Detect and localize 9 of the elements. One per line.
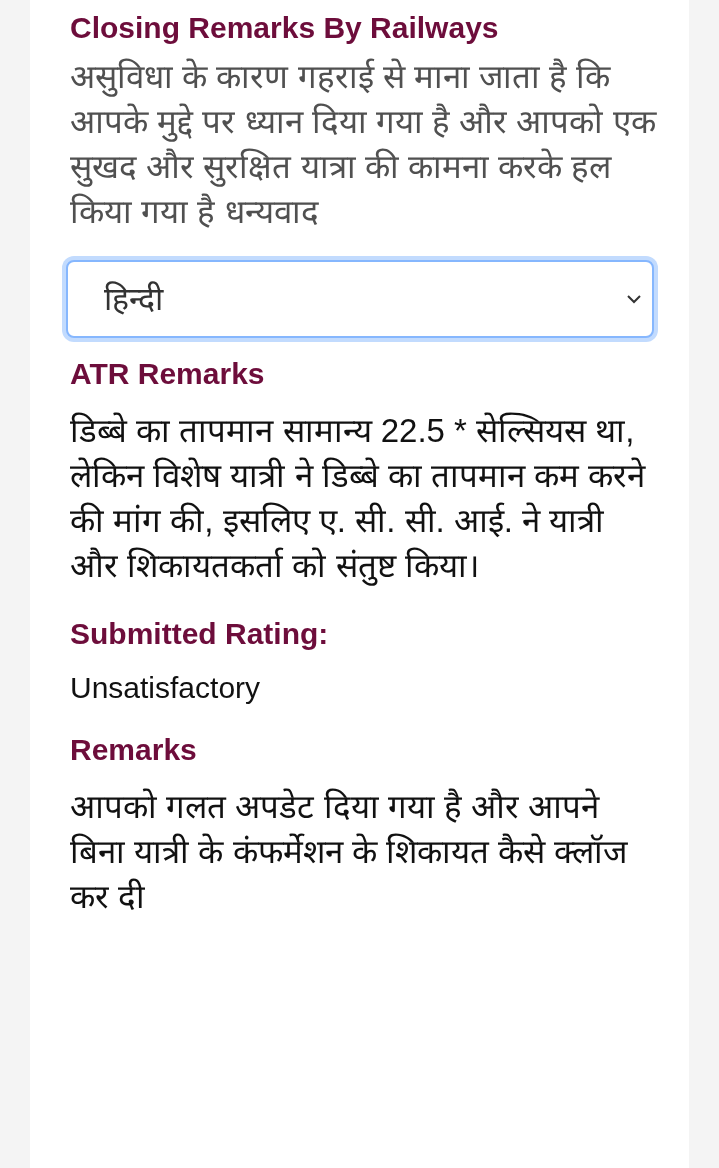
chevron-down-icon xyxy=(626,294,642,304)
remarks-text: आपको गलत अपडेट दिया गया है और आपने बिना यात्री के कंफर्मेशन के शिकायत कैसे क्लॉज कर दी xyxy=(70,787,629,917)
section-heading: Remarks xyxy=(70,732,198,768)
section-heading: Closing Remarks By Railways xyxy=(70,10,500,46)
rating-value: Unsatisfactory xyxy=(70,670,262,706)
remarks-text: असुविधा के कारण गहराई से माना जाता है कि आपके मुद्दे पर ध्यान दिया गया है और आपको एक सुखद और सुरक्षित यात्रा की कामना करके हल किया गया है धन्यवाद xyxy=(70,57,658,232)
section-heading: Submitted Rating: xyxy=(70,616,330,652)
section-heading: ATR Remarks xyxy=(70,356,266,392)
remarks-text: डिब्बे का तापमान सामान्य 22.5 * सेल्सियस था, लेकिन विशेष यात्री ने डिब्बे का तापमान कम करने की मांग की, इसलिए ए. सी. सी. आई. ने यात्री और शिकायतकर्ता को संतुष्ट किया। xyxy=(70,411,647,588)
